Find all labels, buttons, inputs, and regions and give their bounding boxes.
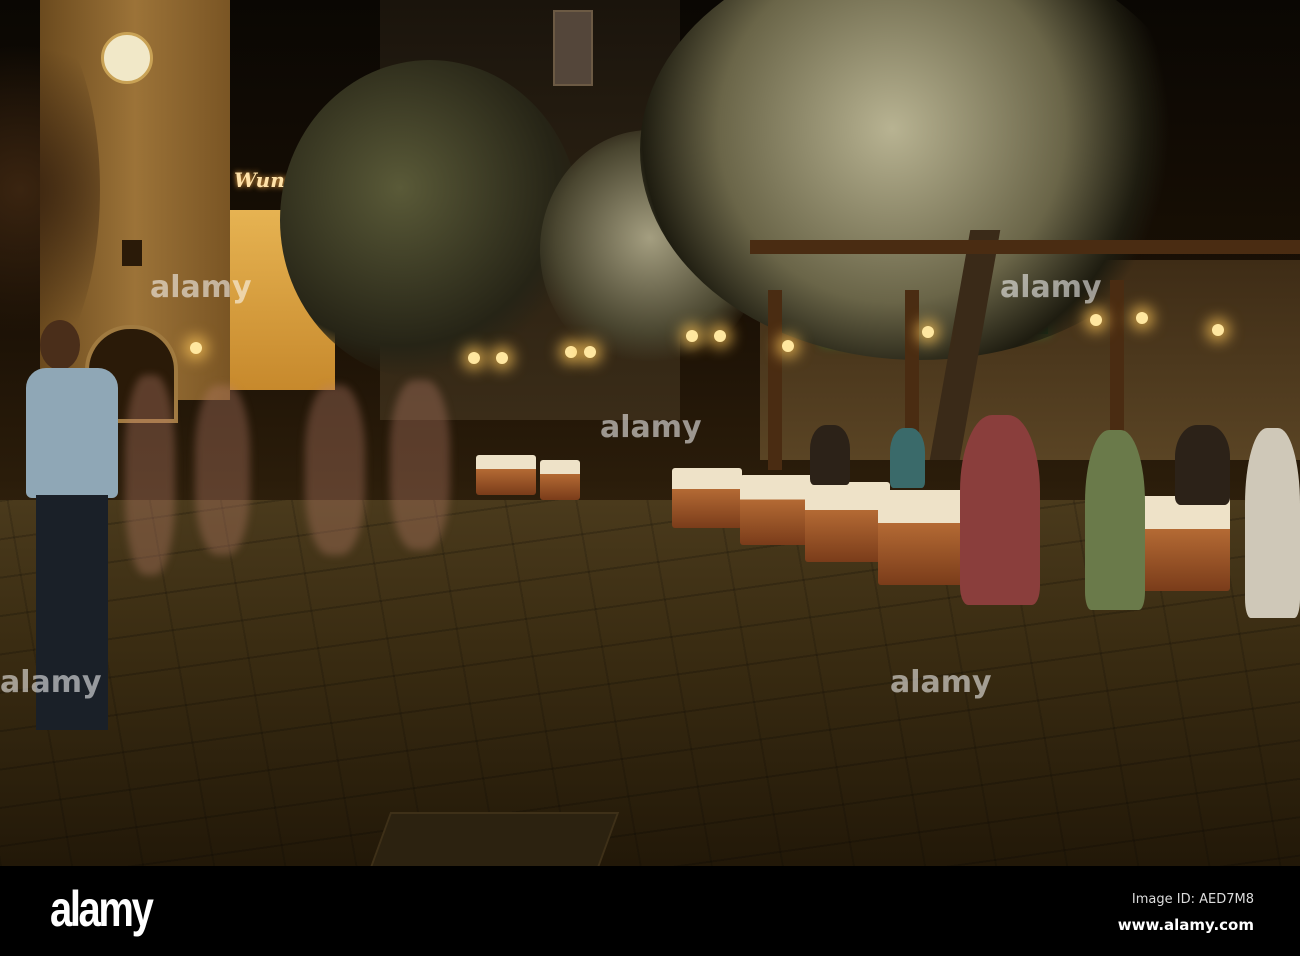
blurred-pedestrian [195,385,250,555]
pergola-post [768,290,782,470]
cafe-table [540,460,580,500]
lamp [496,352,508,364]
website-link[interactable]: www.alamy.com [1118,916,1254,934]
stock-photo: Wunder alamy alamy alamy alamy alamy ala… [0,0,1300,956]
night-piazza-photo: Wunder alamy alamy alamy alamy alamy [0,0,1300,866]
lamp [922,326,934,338]
cafe-table [672,468,742,528]
manhole-cover [369,812,620,866]
seated-person [890,428,925,488]
lamp [714,330,726,342]
pergola-post [1110,280,1124,440]
seated-person [1085,430,1145,610]
seated-person [1175,425,1230,505]
seated-person [1245,428,1300,618]
stock-footer: alamy Image ID: AED7M8 www.alamy.com [0,866,1300,956]
cafe-table [740,475,815,545]
seated-person [960,415,1040,605]
watermark: alamy [600,410,702,445]
watermark: alamy [1000,270,1102,305]
pergola-post [905,290,919,450]
watermark: alamy [150,270,252,305]
lamp [1212,324,1224,336]
clock-icon [101,32,153,84]
watermark: alamy [0,665,102,700]
lamp [782,340,794,352]
lamp [686,330,698,342]
blurred-pedestrian [390,380,450,550]
cafe-table [476,455,536,495]
lamp [1136,312,1148,324]
blurred-pedestrian [305,385,365,555]
image-id: Image ID: AED7M8 [1131,892,1254,907]
lamp [468,352,480,364]
alamy-logo: alamy [50,881,154,937]
seated-person [810,425,850,485]
watermark: alamy [890,665,992,700]
tree [280,60,580,380]
lamp [1090,314,1102,326]
blurred-pedestrian [125,375,175,575]
tower-window [122,240,142,266]
window [553,10,593,86]
lamp [584,346,596,358]
lamp [565,346,577,358]
lamp [190,342,202,354]
